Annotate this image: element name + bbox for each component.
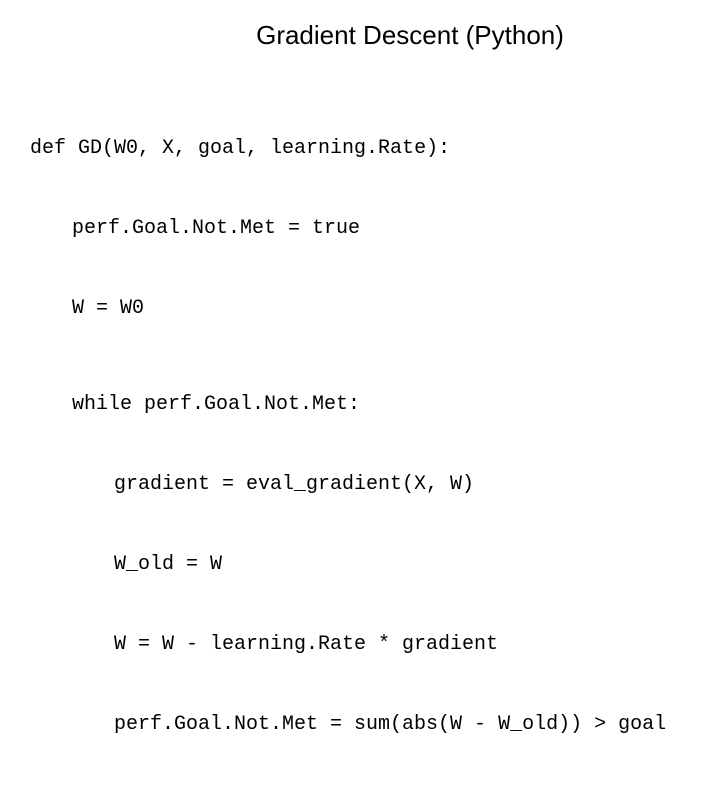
code-line-gradient: gradient = eval_gradient(X, W) (30, 475, 690, 495)
code-line-def: def GD(W0, X, goal, learning.Rate): (30, 139, 690, 159)
code-line-update: W = W - learning.Rate * gradient (30, 635, 690, 655)
code-line-wold: W_old = W (30, 555, 690, 575)
code-block: def GD(W0, X, goal, learning.Rate): perf… (30, 99, 690, 795)
slide: Gradient Descent (Python) def GD(W0, X, … (0, 0, 720, 540)
code-line-check: perf.Goal.Not.Met = sum(abs(W - W_old)) … (30, 715, 690, 735)
code-line-while: while perf.Goal.Not.Met: (30, 395, 690, 415)
code-line-init-w: W = W0 (30, 299, 690, 319)
code-line-init-flag: perf.Goal.Not.Met = true (30, 219, 690, 239)
slide-title: Gradient Descent (Python) (130, 20, 690, 51)
